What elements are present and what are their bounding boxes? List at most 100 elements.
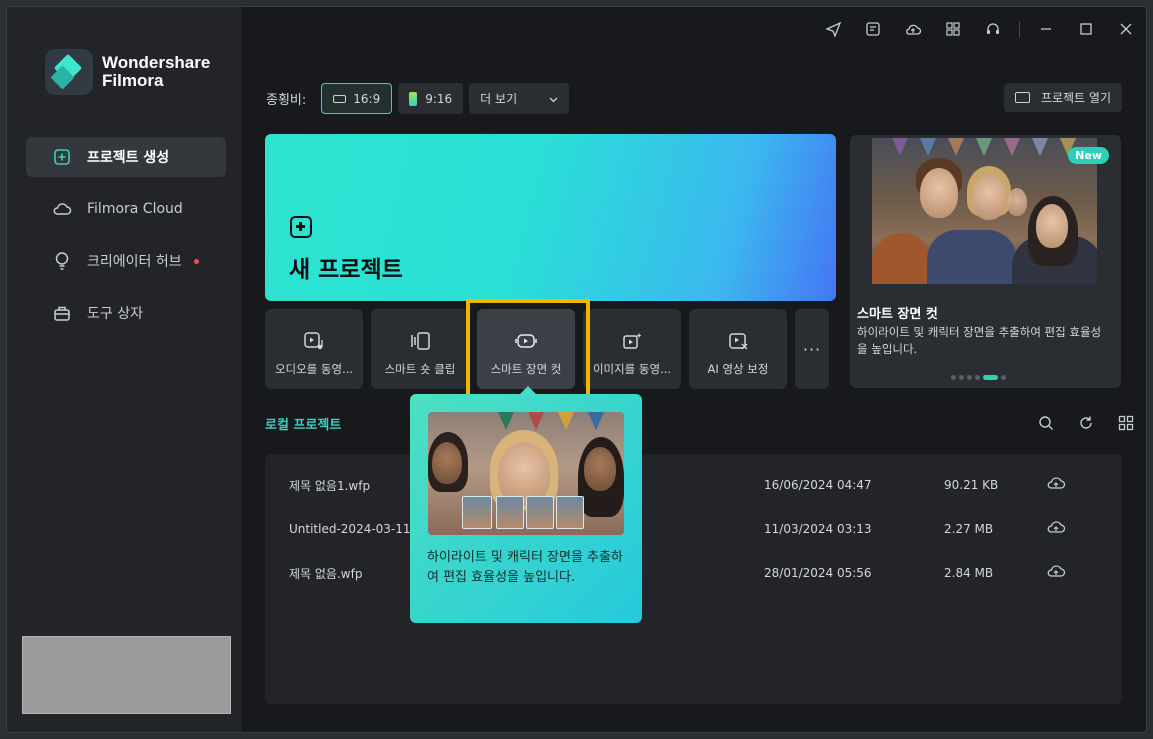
project-list-tools [1026,413,1146,433]
promo-image [872,138,1097,284]
new-project-icon [52,147,72,167]
carousel-dot[interactable] [967,375,972,380]
project-row[interactable]: Untitled-2024-03-11 0 11/03/2024 03:13 2… [265,514,1122,544]
carousel-dot[interactable] [951,375,956,380]
ratio-16-9-button[interactable]: 16:9 [321,83,393,114]
ratio-16-9-label: 16:9 [353,91,381,106]
tool-label: AI 영상 보정 [707,362,769,376]
more-ratios-dropdown[interactable]: 더 보기 [469,83,570,114]
ai-video-enhance-icon [727,331,749,351]
tool-label: 스마트 숏 클립 [384,362,456,376]
tool-ai-video-enhance[interactable]: AI 영상 보정 [689,309,787,389]
sidebar-item-creator-hub[interactable]: 크리에이터 허브 [26,241,226,281]
project-size: 2.27 MB [944,522,994,536]
sidebar-nav: 프로젝트 생성 Filmora Cloud 크리에이터 허브 도구 상자 [26,137,226,345]
chevron-down-icon [549,92,558,106]
project-size: 90.21 KB [944,478,999,492]
logo-text: Wondershare Filmora [102,54,210,90]
grid-apps-icon[interactable] [933,19,973,39]
close-icon[interactable] [1106,19,1146,39]
more-tools-button[interactable]: ··· [795,309,829,389]
send-icon[interactable] [813,19,853,39]
aspect-ratio-bar: 종횡비: 16:9 9:16 더 보기 [266,83,575,114]
toolbox-icon [52,303,72,323]
sidebar-item-toolbox[interactable]: 도구 상자 [26,293,226,333]
image-to-video-icon [621,331,643,351]
promo-title: 스마트 장면 컷 [857,307,938,322]
feature-tooltip: 하이라이트 및 캐릭터 장면을 추출하여 편집 효율성을 높입니다. [410,386,642,623]
scene-thumbnail [462,496,492,529]
more-ratios-label: 더 보기 [480,92,518,106]
tool-label: 오디오를 동영... [274,362,354,376]
project-row[interactable]: 제목 없음1.wfp 16/06/2024 04:47 90.21 KB [265,470,1122,500]
local-projects-title: 로컬 프로젝트 [265,418,342,433]
carousel-dot[interactable] [975,375,980,380]
tool-audio-to-video[interactable]: 오디오를 동영... [265,309,363,389]
scene-thumbnail [556,496,584,529]
cloud-upload-icon[interactable] [1046,563,1066,583]
carousel-dot[interactable] [959,375,964,380]
sidebar-item-filmora-cloud[interactable]: Filmora Cloud [26,189,226,229]
minimize-icon[interactable] [1026,19,1066,39]
quick-tools: 오디오를 동영... 스마트 숏 클립 스마트 장면 컷 이미지를 동영... … [265,309,837,389]
sidebar-item-label: 프로젝트 생성 [87,150,170,166]
project-name: Untitled-2024-03-11 0 [289,522,422,536]
cloud-upload-icon[interactable] [1046,475,1066,495]
app-logo: Wondershare Filmora [45,49,210,95]
new-badge: New [1068,147,1109,164]
project-date: 28/01/2024 05:56 [764,566,872,580]
more-dots-icon: ··· [802,339,822,359]
smart-short-clip-icon [409,331,431,351]
filmora-logo-icon [45,49,93,95]
plus-icon [290,216,312,238]
carousel-dot[interactable] [1001,375,1006,380]
project-date: 11/03/2024 03:13 [764,522,872,536]
lightbulb-icon [52,251,72,271]
project-name: 제목 없음1.wfp [289,478,371,493]
tooltip-preview-image [428,412,624,535]
search-icon[interactable] [1036,413,1056,433]
notification-dot [193,258,199,264]
sidebar-item-create-project[interactable]: 프로젝트 생성 [26,137,226,177]
open-project-label: 프로젝트 열기 [1040,91,1111,105]
titlebar-separator [1019,21,1020,37]
cloud-icon [52,199,72,219]
grid-view-icon[interactable] [1116,413,1136,433]
tool-label: 스마트 장면 컷 [490,362,562,376]
sidebar: Wondershare Filmora 프로젝트 생성 Filmora Clou… [7,7,242,732]
landscape-icon [333,94,347,103]
tooltip-text: 하이라이트 및 캐릭터 장면을 추출하여 편집 효율성을 높입니다. [427,550,623,585]
logo-line2: Filmora [102,71,164,90]
tool-label: 이미지를 동영... [592,362,672,376]
project-row[interactable]: 제목 없음.wfp 28/01/2024 05:56 2.84 MB [265,558,1122,588]
scene-thumbnail [526,496,554,529]
scene-thumbnail [496,496,524,529]
ratio-9-16-button[interactable]: 9:16 [398,83,464,114]
feature-promo-card[interactable]: New 스마트 장면 컷 하이라이트 및 캐릭터 장면을 추출하여 편집 효율성… [850,135,1121,388]
project-date: 16/06/2024 04:47 [764,478,872,492]
sidebar-item-label: 크리에이터 허브 [87,254,182,270]
new-project-card[interactable]: 새 프로젝트 [265,134,836,301]
cloud-upload-icon[interactable] [1046,519,1066,539]
news-icon[interactable] [853,19,893,39]
open-project-button[interactable]: 프로젝트 열기 [1003,83,1122,112]
portrait-icon [409,91,418,106]
smart-scene-cut-icon [515,331,537,351]
promo-description: 하이라이트 및 캐릭터 장면을 추출하여 편집 효율성을 높입니다. [857,325,1102,356]
maximize-icon[interactable] [1066,19,1106,39]
tool-smart-scene-cut[interactable]: 스마트 장면 컷 [477,309,575,389]
carousel-dots[interactable] [951,375,1009,380]
sidebar-redacted-area [22,636,231,714]
carousel-dot-active[interactable] [983,375,998,380]
folder-icon [1014,92,1030,103]
cloud-upload-icon[interactable] [893,19,933,39]
new-project-title: 새 프로젝트 [289,257,403,283]
tool-image-to-video[interactable]: 이미지를 동영... [583,309,681,389]
project-name: 제목 없음.wfp [289,566,363,581]
support-headset-icon[interactable] [973,19,1013,39]
app-window: Wondershare Filmora 프로젝트 생성 Filmora Clou… [6,6,1147,733]
refresh-icon[interactable] [1076,413,1096,433]
tool-smart-short-clip[interactable]: 스마트 숏 클립 [371,309,469,389]
ratio-9-16-label: 9:16 [425,91,453,106]
logo-line1: Wondershare [102,53,211,72]
